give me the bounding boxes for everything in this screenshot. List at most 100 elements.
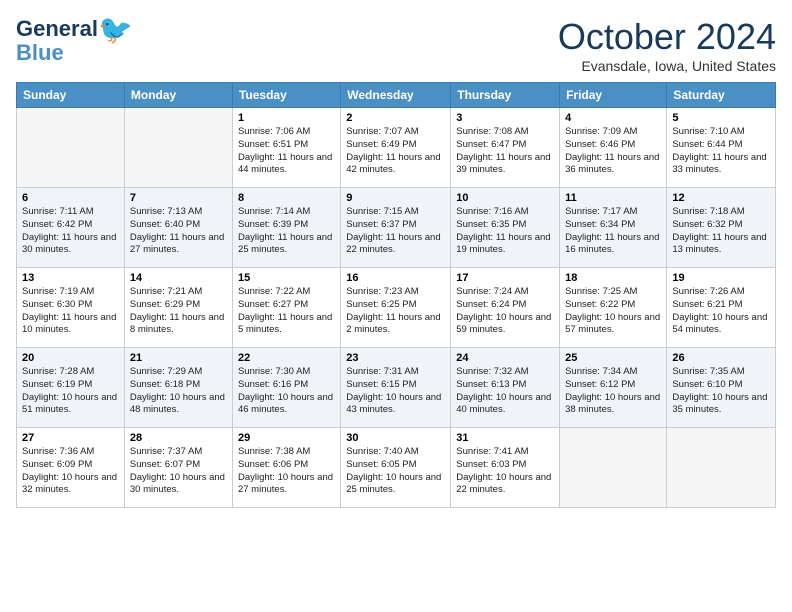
day-number: 2	[346, 112, 445, 124]
day-info: Sunrise: 7:29 AMSunset: 6:18 PMDaylight:…	[130, 366, 227, 417]
day-info: Sunrise: 7:19 AMSunset: 6:30 PMDaylight:…	[22, 286, 119, 337]
calendar-cell: 18 Sunrise: 7:25 AMSunset: 6:22 PMDayligh…	[560, 268, 667, 348]
day-number: 22	[238, 352, 335, 364]
day-info: Sunrise: 7:30 AMSunset: 6:16 PMDaylight:…	[238, 366, 335, 417]
day-info: Sunrise: 7:35 AMSunset: 6:10 PMDaylight:…	[672, 366, 770, 417]
calendar-cell: 24 Sunrise: 7:32 AMSunset: 6:13 PMDayligh…	[451, 348, 560, 428]
day-info: Sunrise: 7:31 AMSunset: 6:15 PMDaylight:…	[346, 366, 445, 417]
day-number: 10	[456, 192, 554, 204]
calendar-cell: 26 Sunrise: 7:35 AMSunset: 6:10 PMDayligh…	[667, 348, 776, 428]
calendar-cell: 28 Sunrise: 7:37 AMSunset: 6:07 PMDayligh…	[124, 428, 232, 508]
calendar-cell: 27Sunrise: 7:36 AMSunset: 6:09 PMDayligh…	[17, 428, 125, 508]
day-number: 14	[130, 272, 227, 284]
day-number: 3	[456, 112, 554, 124]
day-info: Sunrise: 7:32 AMSunset: 6:13 PMDaylight:…	[456, 366, 554, 417]
title-block: October 2024 Evansdale, Iowa, United Sta…	[558, 16, 776, 74]
day-info: Sunrise: 7:13 AMSunset: 6:40 PMDaylight:…	[130, 206, 227, 257]
day-number: 23	[346, 352, 445, 364]
calendar-cell: 11 Sunrise: 7:17 AMSunset: 6:34 PMDayligh…	[560, 188, 667, 268]
calendar-cell: 12Sunrise: 7:18 AMSunset: 6:32 PMDayligh…	[667, 188, 776, 268]
day-info: Sunrise: 7:37 AMSunset: 6:07 PMDaylight:…	[130, 446, 227, 497]
page-header: General🐦 Blue October 2024 Evansdale, Io…	[16, 16, 776, 74]
day-info: Sunrise: 7:09 AMSunset: 6:46 PMDaylight:…	[565, 126, 661, 177]
day-info: Sunrise: 7:40 AMSunset: 6:05 PMDaylight:…	[346, 446, 445, 497]
calendar-cell: 5 Sunrise: 7:10 AMSunset: 6:44 PMDaylight…	[667, 108, 776, 188]
day-number: 30	[346, 432, 445, 444]
day-number: 8	[238, 192, 335, 204]
day-number: 1	[238, 112, 335, 124]
calendar-cell: 15 Sunrise: 7:22 AMSunset: 6:27 PMDayligh…	[232, 268, 340, 348]
column-header-friday: Friday	[560, 83, 667, 108]
calendar-cell: 29 Sunrise: 7:38 AMSunset: 6:06 PMDayligh…	[232, 428, 340, 508]
day-number: 24	[456, 352, 554, 364]
calendar-cell: 17 Sunrise: 7:24 AMSunset: 6:24 PMDayligh…	[451, 268, 560, 348]
day-number: 25	[565, 352, 661, 364]
day-number: 17	[456, 272, 554, 284]
month-title: October 2024	[558, 16, 776, 58]
calendar-cell: 21 Sunrise: 7:29 AMSunset: 6:18 PMDayligh…	[124, 348, 232, 428]
calendar-cell: 23 Sunrise: 7:31 AMSunset: 6:15 PMDayligh…	[341, 348, 451, 428]
column-header-saturday: Saturday	[667, 83, 776, 108]
calendar-cell: 13Sunrise: 7:19 AMSunset: 6:30 PMDayligh…	[17, 268, 125, 348]
day-info: Sunrise: 7:21 AMSunset: 6:29 PMDaylight:…	[130, 286, 227, 337]
day-info: Sunrise: 7:28 AMSunset: 6:19 PMDaylight:…	[22, 366, 119, 417]
location-subtitle: Evansdale, Iowa, United States	[558, 58, 776, 74]
day-info: Sunrise: 7:26 AMSunset: 6:21 PMDaylight:…	[672, 286, 770, 337]
calendar-cell: 2 Sunrise: 7:07 AMSunset: 6:49 PMDaylight…	[341, 108, 451, 188]
day-info: Sunrise: 7:22 AMSunset: 6:27 PMDaylight:…	[238, 286, 335, 337]
calendar-cell: 14 Sunrise: 7:21 AMSunset: 6:29 PMDayligh…	[124, 268, 232, 348]
calendar-cell: 25 Sunrise: 7:34 AMSunset: 6:12 PMDayligh…	[560, 348, 667, 428]
day-info: Sunrise: 7:17 AMSunset: 6:34 PMDaylight:…	[565, 206, 661, 257]
day-number: 18	[565, 272, 661, 284]
column-header-tuesday: Tuesday	[232, 83, 340, 108]
calendar-cell: 20 Sunrise: 7:28 AMSunset: 6:19 PMDayligh…	[17, 348, 125, 428]
day-info: Sunrise: 7:23 AMSunset: 6:25 PMDaylight:…	[346, 286, 445, 337]
calendar-cell: 4 Sunrise: 7:09 AMSunset: 6:46 PMDaylight…	[560, 108, 667, 188]
logo-blue: Blue	[16, 40, 64, 66]
column-header-wednesday: Wednesday	[341, 83, 451, 108]
calendar-table: SundayMondayTuesdayWednesdayThursdayFrid…	[16, 82, 776, 508]
day-info: Sunrise: 7:25 AMSunset: 6:22 PMDaylight:…	[565, 286, 661, 337]
day-number: 15	[238, 272, 335, 284]
day-number: 5	[672, 112, 770, 124]
calendar-cell	[667, 428, 776, 508]
calendar-cell: 31 Sunrise: 7:41 AMSunset: 6:03 PMDayligh…	[451, 428, 560, 508]
day-number: 6	[22, 192, 119, 204]
calendar-cell: 19 Sunrise: 7:26 AMSunset: 6:21 PMDayligh…	[667, 268, 776, 348]
calendar-cell: 8 Sunrise: 7:14 AMSunset: 6:39 PMDaylight…	[232, 188, 340, 268]
day-number: 26	[672, 352, 770, 364]
calendar-cell	[17, 108, 125, 188]
calendar-cell	[560, 428, 667, 508]
calendar-cell: 3 Sunrise: 7:08 AMSunset: 6:47 PMDaylight…	[451, 108, 560, 188]
logo: General🐦 Blue	[16, 16, 133, 66]
day-number: 21	[130, 352, 227, 364]
column-header-monday: Monday	[124, 83, 232, 108]
calendar-cell: 10Sunrise: 7:16 AMSunset: 6:35 PMDayligh…	[451, 188, 560, 268]
column-header-thursday: Thursday	[451, 83, 560, 108]
day-info: Sunrise: 7:24 AMSunset: 6:24 PMDaylight:…	[456, 286, 554, 337]
day-info: Sunrise: 7:10 AMSunset: 6:44 PMDaylight:…	[672, 126, 770, 177]
day-number: 28	[130, 432, 227, 444]
day-info: Sunrise: 7:07 AMSunset: 6:49 PMDaylight:…	[346, 126, 445, 177]
day-number: 9	[346, 192, 445, 204]
calendar-cell: 7Sunrise: 7:13 AMSunset: 6:40 PMDaylight…	[124, 188, 232, 268]
day-number: 31	[456, 432, 554, 444]
day-info: Sunrise: 7:06 AMSunset: 6:51 PMDaylight:…	[238, 126, 335, 177]
calendar-cell: 30 Sunrise: 7:40 AMSunset: 6:05 PMDayligh…	[341, 428, 451, 508]
calendar-cell	[124, 108, 232, 188]
calendar-cell: 22 Sunrise: 7:30 AMSunset: 6:16 PMDayligh…	[232, 348, 340, 428]
day-number: 20	[22, 352, 119, 364]
day-info: Sunrise: 7:14 AMSunset: 6:39 PMDaylight:…	[238, 206, 335, 257]
day-info: Sunrise: 7:41 AMSunset: 6:03 PMDaylight:…	[456, 446, 554, 497]
column-header-sunday: Sunday	[17, 83, 125, 108]
day-number: 29	[238, 432, 335, 444]
day-info: Sunrise: 7:36 AMSunset: 6:09 PMDaylight:…	[22, 446, 119, 497]
day-number: 16	[346, 272, 445, 284]
day-info: Sunrise: 7:34 AMSunset: 6:12 PMDaylight:…	[565, 366, 661, 417]
day-number: 4	[565, 112, 661, 124]
day-number: 19	[672, 272, 770, 284]
day-number: 11	[565, 192, 661, 204]
calendar-cell: 16 Sunrise: 7:23 AMSunset: 6:25 PMDayligh…	[341, 268, 451, 348]
day-info: Sunrise: 7:38 AMSunset: 6:06 PMDaylight:…	[238, 446, 335, 497]
day-info: Sunrise: 7:08 AMSunset: 6:47 PMDaylight:…	[456, 126, 554, 177]
